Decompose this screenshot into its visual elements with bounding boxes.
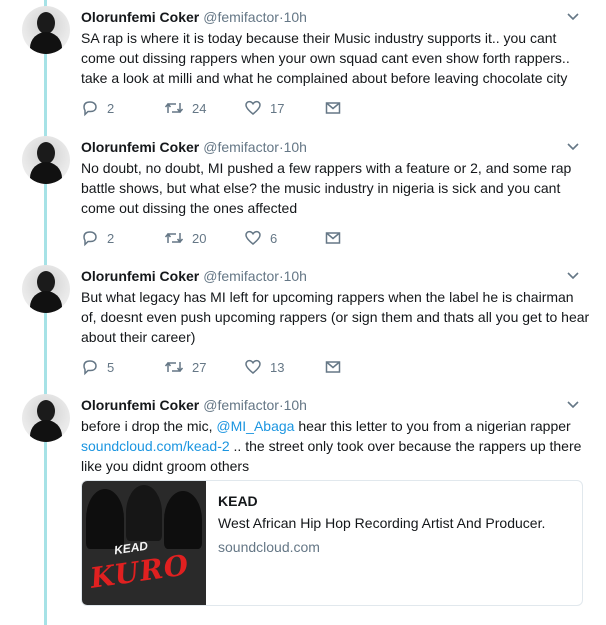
card-description: West African Hip Hop Recording Artist An… [218,515,546,531]
url-link[interactable]: soundcloud.com/kead-2 [81,438,230,454]
reply-button[interactable]: 2 [81,98,114,118]
timestamp[interactable]: 10h [284,397,307,413]
timestamp[interactable]: 10h [284,9,307,25]
mention-link[interactable]: @MI_Abaga [216,418,294,434]
reply-count: 2 [107,230,115,246]
heart-icon [245,230,261,245]
direct-message-button[interactable] [324,228,342,248]
tweet-text-part: hear this letter to you from a nigerian … [294,418,571,434]
reply-icon [83,231,97,247]
retweet-count: 27 [192,359,207,375]
direct-message-button[interactable] [324,357,342,377]
tweet: Olorunfemi Coker @femifactor·10h before i… [0,394,606,619]
chevron-down-icon[interactable] [566,271,580,281]
author-handle[interactable]: @femifactor [203,268,279,284]
reply-icon [83,101,97,117]
tweet-text: But what legacy has MI left for upcoming… [81,289,590,345]
chevron-down-icon[interactable] [566,142,580,152]
author-name[interactable]: Olorunfemi Coker [81,268,199,284]
envelope-icon [325,102,341,114]
reply-count: 2 [107,100,115,116]
retweet-count: 20 [192,230,207,246]
tweet-text: SA rap is where it is today because thei… [81,30,570,86]
tweet: Olorunfemi Coker @femifactor·10h No doubt… [0,136,606,260]
heart-icon [245,359,261,374]
tweet-header: Olorunfemi Coker @femifactor·10h [81,267,307,285]
author-handle[interactable]: @femifactor [203,397,279,413]
author-handle[interactable]: @femifactor [203,139,279,155]
tweet: Olorunfemi Coker @femifactor·10h But what… [0,265,606,389]
like-count: 6 [270,230,278,246]
retweet-button[interactable]: 20 [164,228,206,248]
avatar[interactable] [22,265,70,313]
author-handle[interactable]: @femifactor [203,9,279,25]
tweet-text: No doubt, no doubt, MI pushed a few rapp… [81,160,572,216]
envelope-icon [325,361,341,373]
avatar[interactable] [22,136,70,184]
reply-icon [83,360,97,376]
retweet-count: 24 [192,100,207,116]
like-count: 13 [270,359,285,375]
chevron-down-icon[interactable] [566,12,580,22]
retweet-icon [164,232,184,244]
link-preview-card[interactable]: KEAD KURO KEAD West African Hip Hop Reco… [81,480,583,606]
heart-icon [245,100,261,115]
author-name[interactable]: Olorunfemi Coker [81,397,199,413]
retweet-icon [164,102,184,114]
card-thumbnail: KEAD KURO [82,481,206,605]
like-button[interactable]: 13 [244,357,284,377]
avatar[interactable] [22,6,70,54]
envelope-icon [325,232,341,244]
reply-button[interactable]: 2 [81,228,114,248]
author-name[interactable]: Olorunfemi Coker [81,9,199,25]
chevron-down-icon[interactable] [566,400,580,410]
thumbnail-text: KURO [88,548,192,595]
tweet-header: Olorunfemi Coker @femifactor·10h [81,138,307,156]
retweet-button[interactable]: 24 [164,98,206,118]
avatar[interactable] [22,394,70,442]
timestamp[interactable]: 10h [284,268,307,284]
tweet-text: before i drop the mic, @MI_Abaga hear th… [81,416,591,476]
like-button[interactable]: 17 [244,98,284,118]
tweet-text-part: before i drop the mic, [81,418,217,434]
tweet-header: Olorunfemi Coker @femifactor·10h [81,8,307,26]
retweet-icon [164,361,184,373]
like-button[interactable]: 6 [244,228,277,248]
tweet-header: Olorunfemi Coker @femifactor·10h [81,396,307,414]
author-name[interactable]: Olorunfemi Coker [81,139,199,155]
retweet-button[interactable]: 27 [164,357,206,377]
card-title: KEAD [218,493,258,509]
tweet: Olorunfemi Coker @femifactor·10h SA rap i… [0,6,606,130]
card-domain: soundcloud.com [218,539,320,555]
reply-count: 5 [107,359,115,375]
like-count: 17 [270,100,285,116]
timestamp[interactable]: 10h [284,139,307,155]
reply-button[interactable]: 5 [81,357,114,377]
direct-message-button[interactable] [324,98,342,118]
